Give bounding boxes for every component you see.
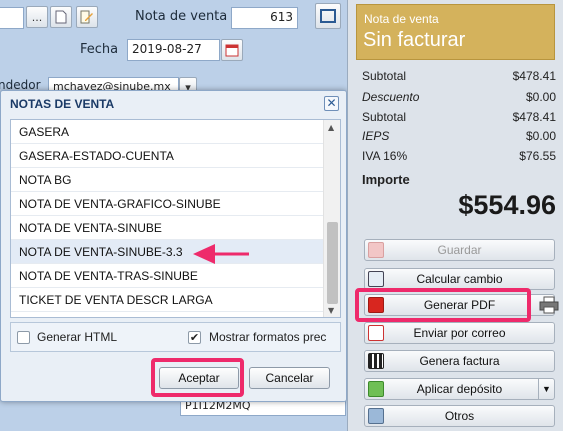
list-item-selected[interactable]: NOTA DE VENTA-SINUBE-3.3: [11, 240, 323, 264]
accept-highlight: [151, 358, 244, 397]
close-icon[interactable]: ✕: [324, 96, 339, 111]
list-item[interactable]: TICKET DE VENTA DESCR LARGA: [11, 288, 323, 312]
maximize-button[interactable]: [315, 3, 341, 29]
annotation-arrow-icon: [193, 244, 249, 264]
edit-icon: [80, 10, 93, 24]
enviar-correo-label: Enviar por correo: [413, 326, 506, 340]
generar-pdf-highlight: [355, 288, 531, 322]
save-button[interactable]: Guardar: [364, 239, 555, 261]
importe-label: Importe: [362, 172, 410, 187]
fecha-input[interactable]: 2019-08-27: [127, 39, 220, 61]
totals-label: Descuento: [362, 90, 420, 104]
cancel-button[interactable]: Cancelar: [249, 367, 330, 389]
top-left-field[interactable]: [0, 7, 24, 29]
list-item[interactable]: NOTA DE VENTA-TRAS-SINUBE: [11, 264, 323, 288]
deposit-icon: [368, 381, 384, 397]
otros-label: Otros: [444, 409, 475, 423]
status-text: Sin facturar: [363, 29, 466, 51]
totals-value: $478.41: [512, 110, 556, 124]
status-badge: Nota de venta Sin facturar: [356, 4, 555, 60]
printer-icon[interactable]: [539, 296, 559, 314]
totals-label: Subtotal: [362, 69, 407, 83]
genera-factura-button[interactable]: Genera factura: [364, 350, 555, 372]
ellipsis-button[interactable]: ...: [26, 6, 48, 28]
document-icon: [55, 10, 67, 24]
dialog-title: NOTAS DE VENTA: [10, 97, 115, 111]
summary-panel: Nota de venta Sin facturar Subtotal $478…: [348, 0, 563, 431]
scroll-down-icon[interactable]: ▼: [328, 306, 334, 315]
generar-html-checkbox[interactable]: [17, 331, 30, 344]
calculator-icon: [368, 271, 384, 287]
totals-value: $478.41: [512, 69, 556, 83]
save-icon: [368, 242, 384, 258]
notas-de-venta-dialog: NOTAS DE VENTA ✕ GASERA GASERA-ESTADO-CU…: [0, 90, 347, 402]
totals-label: IVA 16%: [362, 149, 408, 163]
calcular-cambio-label: Calcular cambio: [416, 272, 503, 286]
nota-label: Nota de venta: [135, 9, 228, 24]
list-item[interactable]: GASERA-ESTADO-CUENTA: [11, 144, 323, 168]
genera-factura-label: Genera factura: [419, 354, 500, 368]
totals-value: $0.00: [525, 129, 556, 143]
edit-document-button[interactable]: [76, 6, 98, 28]
otros-button[interactable]: Otros: [364, 405, 555, 427]
chevron-down-icon[interactable]: ▼: [538, 379, 554, 399]
options-bar: Generar HTML ✔ Mostrar formatos prec: [10, 322, 341, 352]
generar-html-label: Generar HTML: [37, 330, 118, 344]
status-doc-type: Nota de venta: [364, 12, 439, 26]
calendar-button[interactable]: [221, 39, 243, 61]
mail-icon: [368, 325, 384, 341]
scroll-thumb[interactable]: [327, 222, 338, 304]
list-item[interactable]: NOTA BG: [11, 168, 323, 192]
scroll-up-icon[interactable]: ▲: [328, 123, 334, 132]
new-document-button[interactable]: [50, 6, 72, 28]
list-scrollbar[interactable]: ▲ ▼: [323, 120, 340, 317]
nota-input[interactable]: 613: [231, 7, 298, 29]
aplicar-deposito-button[interactable]: Aplicar depósito ▼: [364, 378, 555, 400]
list-item[interactable]: NOTA DE VENTA-SINUBE: [11, 216, 323, 240]
importe-value: $554.96: [458, 190, 556, 220]
mostrar-formatos-label: Mostrar formatos prec: [209, 330, 327, 344]
totals-label: Subtotal: [362, 110, 407, 124]
list-item[interactable]: GASERA: [11, 120, 323, 144]
more-icon: [368, 408, 384, 424]
format-list[interactable]: GASERA GASERA-ESTADO-CUENTA NOTA BG NOTA…: [10, 119, 341, 318]
list-item[interactable]: NOTA DE VENTA-GRAFICO-SINUBE: [11, 192, 323, 216]
aplicar-deposito-label: Aplicar depósito: [416, 382, 503, 396]
totals-value: $76.55: [519, 149, 556, 163]
qr-icon: [368, 353, 384, 369]
calendar-icon: [225, 44, 239, 57]
mostrar-formatos-checkbox[interactable]: ✔: [188, 331, 201, 344]
maximize-icon: [320, 9, 336, 23]
totals-value: $0.00: [525, 90, 556, 104]
fecha-label: Fecha: [80, 42, 119, 57]
save-label: Guardar: [437, 243, 482, 257]
totals-label: IEPS: [362, 129, 390, 143]
calcular-cambio-button[interactable]: Calcular cambio: [364, 268, 555, 290]
enviar-correo-button[interactable]: Enviar por correo: [364, 322, 555, 344]
